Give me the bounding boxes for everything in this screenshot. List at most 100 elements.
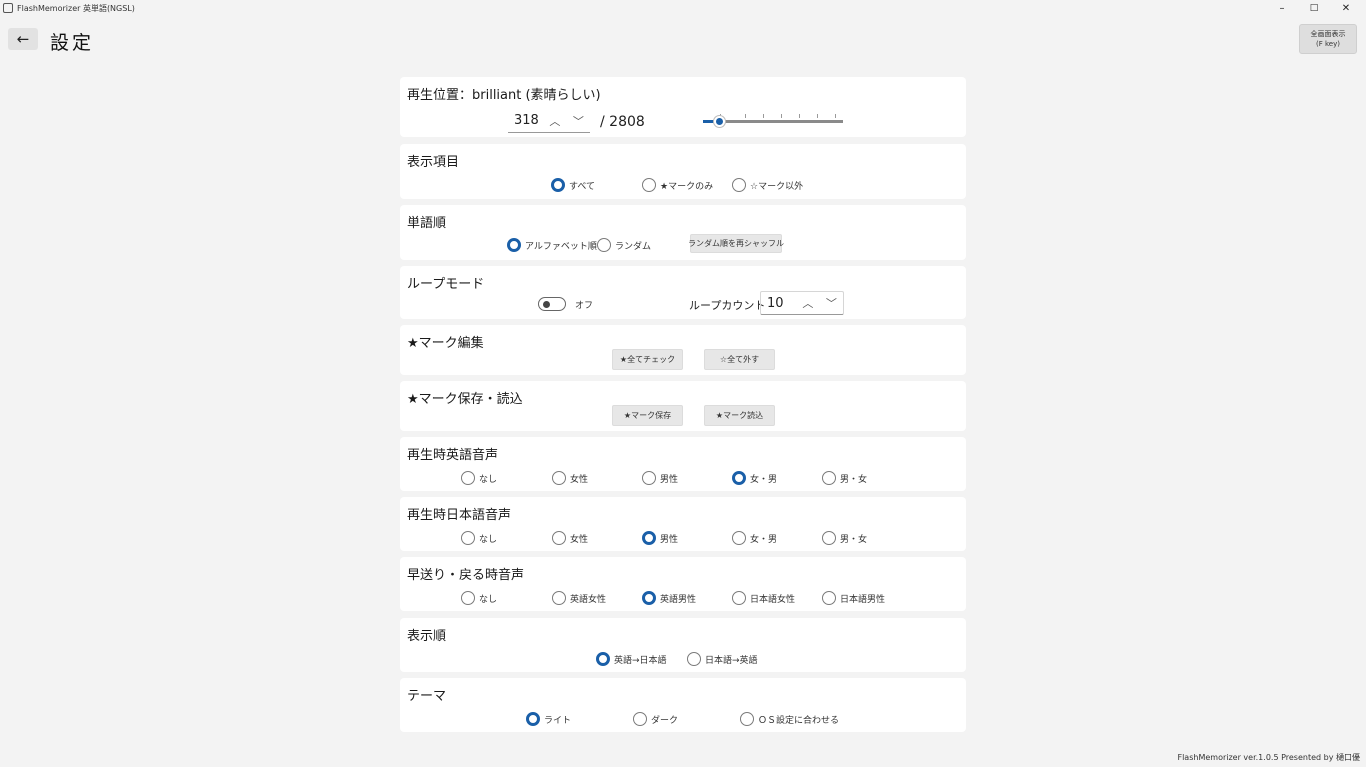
ja-voice-male-radio[interactable]: 男性 (642, 531, 678, 545)
display-order-card: 表示順 (400, 618, 966, 672)
display-marked-radio[interactable]: ★マークのみ (642, 178, 713, 192)
slider-tick (835, 114, 836, 118)
loop-count-label: ループカウント (689, 299, 766, 312)
skip-voice-ja-female-radio[interactable]: 日本語女性 (732, 591, 795, 605)
word-order-title: 単語順 (407, 216, 447, 231)
radio-circle[interactable] (642, 178, 656, 192)
radio-circle[interactable] (822, 471, 836, 485)
radio-circle[interactable] (732, 471, 746, 485)
order-random-radio[interactable]: ランダム (597, 238, 651, 252)
radio-circle[interactable] (461, 531, 475, 545)
radio-circle[interactable] (461, 591, 475, 605)
theme-dark-radio[interactable]: ダーク (633, 712, 678, 726)
uncheck-all-button[interactable]: ☆全て外す (704, 349, 775, 370)
theme-os-radio[interactable]: ＯＳ設定に合わせる (740, 712, 839, 726)
ja-voice-none-radio[interactable]: なし (461, 531, 497, 545)
loop-count-up-icon[interactable]: ︿ (796, 295, 819, 311)
radio-circle[interactable] (552, 531, 566, 545)
slider-tick (817, 114, 818, 118)
position-total: / 2808 (600, 114, 645, 130)
radio-circle[interactable] (740, 712, 754, 726)
word-order-card: 単語順 (400, 205, 966, 260)
loop-count-box[interactable]: 10 ︿ ﹀ (760, 291, 844, 315)
fullscreen-key-hint: (F key) (1316, 40, 1340, 48)
radio-circle[interactable] (551, 178, 565, 192)
en-voice-male-female-radio[interactable]: 男・女 (822, 471, 867, 485)
slider-tick (745, 114, 746, 118)
radio-circle[interactable] (732, 531, 746, 545)
position-up-icon[interactable]: ︿ (543, 113, 566, 129)
skip-voice-ja-male-radio[interactable]: 日本語男性 (822, 591, 885, 605)
radio-circle[interactable] (597, 238, 611, 252)
slider-tick (763, 114, 764, 118)
position-slider-thumb[interactable] (714, 116, 725, 127)
radio-circle[interactable] (552, 471, 566, 485)
page-title: 設定 (50, 32, 95, 54)
skip-voice-en-male-radio[interactable]: 英語男性 (642, 591, 696, 605)
loop-count-value[interactable]: 10 (761, 296, 796, 311)
radio-circle[interactable] (642, 591, 656, 605)
footer-credit: FlashMemorizer ver.1.0.5 Presented by 樋口… (1177, 753, 1360, 762)
display-order-title: 表示順 (407, 629, 447, 644)
radio-circle[interactable] (732, 178, 746, 192)
back-arrow-icon: ← (16, 30, 30, 48)
radio-circle[interactable] (687, 652, 701, 666)
window-title: FlashMemorizer 英単語(NGSL) (17, 3, 135, 13)
en-voice-female-male-radio[interactable]: 女・男 (732, 471, 777, 485)
position-down-icon[interactable]: ﹀ (567, 113, 590, 129)
playback-position-card: 再生位置：brilliant (素晴らしい) (400, 77, 966, 137)
theme-light-radio[interactable]: ライト (526, 712, 571, 726)
radio-circle[interactable] (732, 591, 746, 605)
back-button[interactable]: ← (8, 28, 38, 50)
radio-circle[interactable] (822, 591, 836, 605)
loop-toggle-label: オフ (575, 301, 594, 311)
en-voice-female-radio[interactable]: 女性 (552, 471, 588, 485)
loop-mode-card: ループモード (400, 266, 966, 319)
theme-title: テーマ (407, 689, 447, 704)
en-voice-none-radio[interactable]: なし (461, 471, 497, 485)
radio-circle[interactable] (552, 591, 566, 605)
mark-save-card: ★マーク保存・読込 (400, 381, 966, 431)
playback-position-title: 再生位置：brilliant (素晴らしい) (407, 88, 601, 103)
mark-save-title: ★マーク保存・読込 (407, 392, 523, 407)
position-number-box[interactable]: 318 ︿ ﹀ (508, 109, 590, 133)
ja-voice-female-radio[interactable]: 女性 (552, 531, 588, 545)
title-bar: FlashMemorizer 英単語(NGSL) (0, 0, 1366, 16)
mark-load-button[interactable]: ★マーク読込 (704, 405, 775, 426)
ja-voice-female-male-radio[interactable]: 女・男 (732, 531, 777, 545)
order-alphabet-radio[interactable]: アルファベット順 (507, 238, 597, 252)
en-voice-male-radio[interactable]: 男性 (642, 471, 678, 485)
radio-circle[interactable] (507, 238, 521, 252)
position-value[interactable]: 318 (508, 113, 543, 128)
fullscreen-button[interactable]: 全画面表示 (F key) (1299, 24, 1357, 54)
radio-circle[interactable] (822, 531, 836, 545)
loop-toggle[interactable] (538, 297, 566, 311)
minimize-button[interactable]: – (1266, 0, 1298, 16)
ja-voice-male-female-radio[interactable]: 男・女 (822, 531, 867, 545)
close-button[interactable]: ✕ (1330, 0, 1362, 16)
mark-edit-card: ★マーク編集 (400, 325, 966, 375)
skip-voice-en-female-radio[interactable]: 英語女性 (552, 591, 606, 605)
en-voice-title: 再生時英語音声 (407, 448, 499, 463)
mark-edit-title: ★マーク編集 (407, 336, 484, 351)
reshuffle-button[interactable]: ランダム順を再シャッフル (688, 234, 784, 253)
radio-circle[interactable] (461, 471, 475, 485)
radio-circle[interactable] (633, 712, 647, 726)
mark-save-button[interactable]: ★マーク保存 (612, 405, 683, 426)
order-en-ja-radio[interactable]: 英語→日本語 (596, 652, 667, 666)
maximize-button[interactable]: □ (1298, 0, 1330, 16)
radio-circle[interactable] (596, 652, 610, 666)
skip-voice-title: 早送り・戻る時音声 (407, 568, 525, 583)
loop-toggle-knob (543, 301, 550, 308)
loop-count-down-icon[interactable]: ﹀ (820, 295, 843, 311)
radio-circle[interactable] (526, 712, 540, 726)
skip-voice-none-radio[interactable]: なし (461, 591, 497, 605)
display-all-radio[interactable]: すべて (551, 178, 595, 192)
display-unmarked-radio[interactable]: ☆マーク以外 (732, 178, 803, 192)
slider-tick (799, 114, 800, 118)
radio-circle[interactable] (642, 531, 656, 545)
order-ja-en-radio[interactable]: 日本語→英語 (687, 652, 758, 666)
theme-card: テーマ (400, 678, 966, 732)
radio-circle[interactable] (642, 471, 656, 485)
check-all-button[interactable]: ★全てチェック (612, 349, 683, 370)
